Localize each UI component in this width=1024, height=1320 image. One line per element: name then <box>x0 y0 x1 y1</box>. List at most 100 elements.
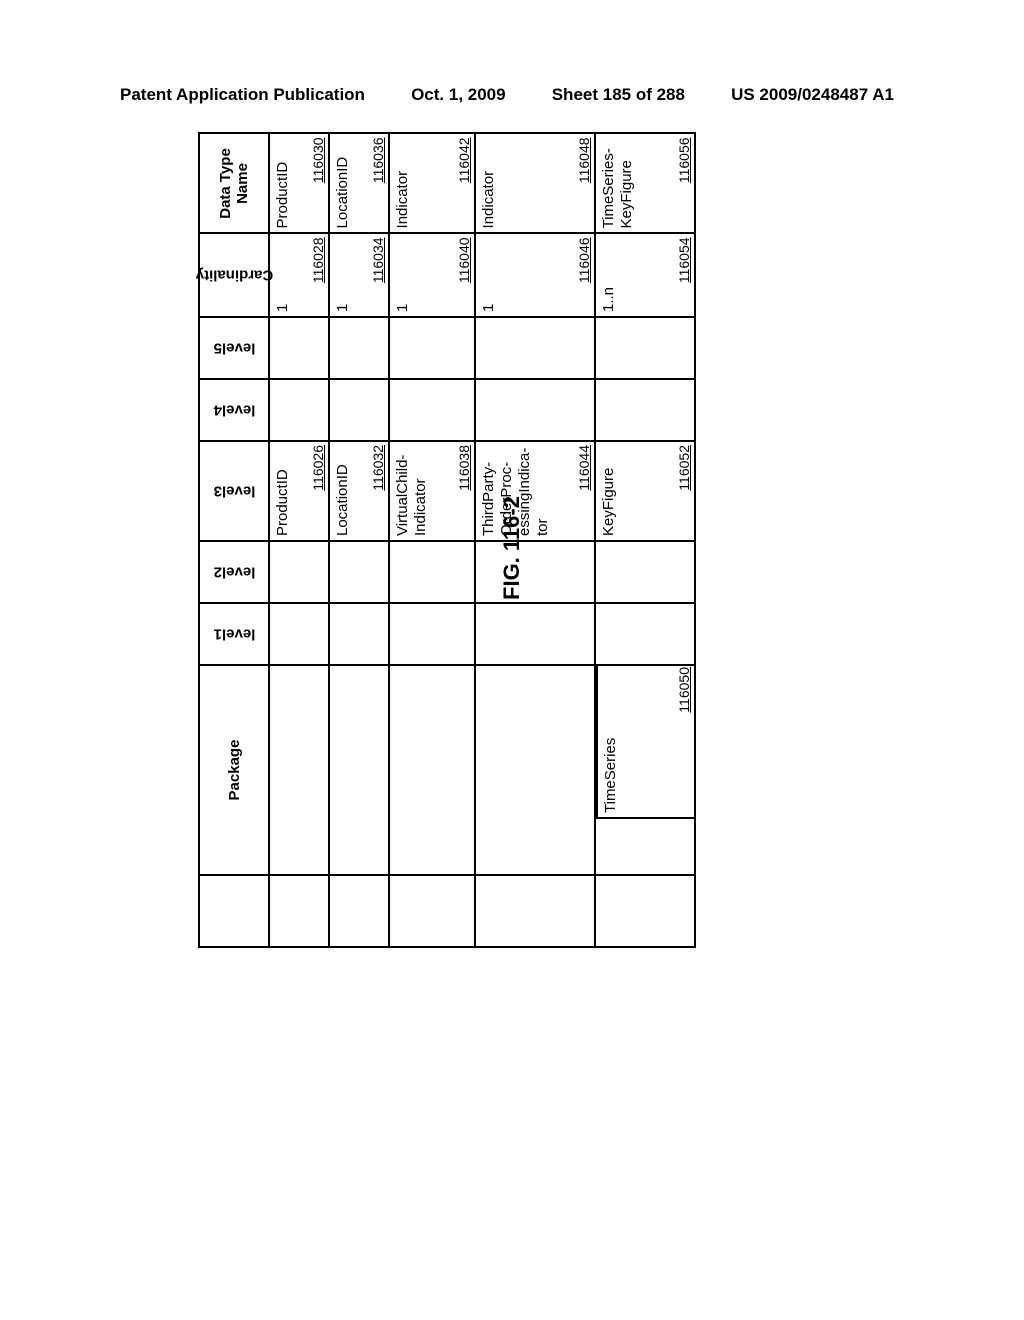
col-level5: level5 <box>199 317 269 379</box>
cell-level3: KeyFigure116052 <box>595 441 695 541</box>
cell-level3: ProductID 116026 <box>269 441 329 541</box>
cell-package <box>329 665 389 875</box>
col-level3: level3 <box>199 441 269 541</box>
datatype-ref: 116036 <box>370 137 386 183</box>
level3-ref: 116052 <box>676 445 692 491</box>
cell-level3: LocationID 116032 <box>329 441 389 541</box>
cardinality-ref: 116034 <box>370 237 386 283</box>
cardinality-text: 1 <box>334 238 352 312</box>
col-level2: level2 <box>199 541 269 603</box>
timeseries-box: TimeSeries116050 <box>596 664 694 819</box>
datatype-ref: 116030 <box>310 137 326 183</box>
level3-text: ThirdParty-OrderProc-essingIndica-tor <box>480 446 552 536</box>
cardinality-text: 1 <box>274 238 292 312</box>
datatype-text: LocationID <box>334 138 352 228</box>
col-package: Package <box>199 665 269 875</box>
cell-level1 <box>389 603 475 665</box>
cell-datatype: Indicator 116048 <box>475 133 595 233</box>
cell-blank <box>475 875 595 947</box>
cell-level5 <box>475 317 595 379</box>
cell-level4 <box>475 379 595 441</box>
cardinality-text: 1..n <box>600 238 618 312</box>
col-level4: level4 <box>199 379 269 441</box>
cardinality-ref: 116046 <box>576 237 592 283</box>
col-level3-label: level3 <box>213 483 255 500</box>
cardinality-ref: 116040 <box>456 237 472 283</box>
cell-cardinality: 1 116046 <box>475 233 595 317</box>
cell-blank <box>329 875 389 947</box>
cell-level4 <box>269 379 329 441</box>
cardinality-text: 1 <box>480 238 498 312</box>
table-row: LocationID 116032 1 116034 LocationID 116036 <box>329 133 389 947</box>
level3-text: LocationID <box>334 446 352 536</box>
cell-level5 <box>595 317 695 379</box>
col-level2-label: level2 <box>213 564 255 581</box>
cell-level1 <box>475 603 595 665</box>
col-level5-label: level5 <box>213 340 255 357</box>
cell-package <box>269 665 329 875</box>
datatype-text: ProductID <box>274 138 292 228</box>
cell-level1 <box>269 603 329 665</box>
datatype-ref: 116042 <box>456 137 472 183</box>
header-row: Package level1 level2 level3 level4 leve… <box>199 133 269 947</box>
cell-level1 <box>595 603 695 665</box>
cell-level5 <box>269 317 329 379</box>
table-row: ThirdParty-OrderProc-essingIndica-tor 116… <box>475 133 595 947</box>
cell-level2 <box>269 541 329 603</box>
cell-level4 <box>329 379 389 441</box>
cell-level2 <box>595 541 695 603</box>
cell-level4 <box>595 379 695 441</box>
table-row: ProductID 116026 1 116028 ProductID 116030 <box>269 133 329 947</box>
datatype-text: TimeSeries-KeyFigure <box>600 138 636 228</box>
cell-level2 <box>329 541 389 603</box>
table-row: TimeSeries116050 KeyFigure116052 1..n 11605… <box>595 133 695 947</box>
level3-ref: 116026 <box>310 445 326 491</box>
col-cardinality-label: Cardinality <box>195 267 273 284</box>
cell-blank <box>595 875 695 947</box>
col-package-label: Package <box>226 740 243 801</box>
cell-cardinality: 1 116040 <box>389 233 475 317</box>
cell-blank <box>269 875 329 947</box>
col-level1: level1 <box>199 603 269 665</box>
datatype-text: Indicator <box>394 138 412 228</box>
cell-level4 <box>389 379 475 441</box>
col-datatype-label: Data Type Name <box>217 148 251 219</box>
level3-text: ProductID <box>274 446 292 536</box>
datatype-text: Indicator <box>480 138 498 228</box>
datatype-ref: 116048 <box>576 137 592 183</box>
cell-datatype: LocationID 116036 <box>329 133 389 233</box>
cardinality-text: 1 <box>394 238 412 312</box>
col-blank <box>199 875 269 947</box>
cell-datatype: TimeSeries-KeyFigure 116056 <box>595 133 695 233</box>
col-level1-label: level1 <box>213 626 255 643</box>
cell-cardinality: 1 116028 <box>269 233 329 317</box>
cell-package <box>389 665 475 875</box>
cell-package <box>475 665 595 875</box>
pub-number: US 2009/0248487 A1 <box>731 85 894 105</box>
cell-level5 <box>389 317 475 379</box>
sheet-number: Sheet 185 of 288 <box>552 85 685 105</box>
schema-table: Package level1 level2 level3 level4 leve… <box>198 132 696 948</box>
cardinality-ref: 116028 <box>310 237 326 283</box>
cell-level2 <box>475 541 595 603</box>
cell-datatype: Indicator 116042 <box>389 133 475 233</box>
pub-date: Oct. 1, 2009 <box>411 85 506 105</box>
cell-blank <box>389 875 475 947</box>
package-ref: 116050 <box>676 667 692 713</box>
cell-datatype: ProductID 116030 <box>269 133 329 233</box>
cardinality-ref: 116054 <box>676 237 692 283</box>
diagram-table-wrapper: Package level1 level2 level3 level4 leve… <box>198 132 696 948</box>
level3-ref: 116044 <box>576 445 592 491</box>
table-body: ProductID1160261116028ProductID116030Loc… <box>269 133 695 947</box>
cell-level2 <box>389 541 475 603</box>
level3-ref: 116032 <box>370 445 386 491</box>
datatype-ref: 116056 <box>676 137 692 183</box>
cell-level3: ThirdParty-OrderProc-essingIndica-tor 116… <box>475 441 595 541</box>
level3-ref: 116038 <box>456 445 472 491</box>
cell-package: TimeSeries116050 <box>595 665 695 875</box>
pub-label: Patent Application Publication <box>120 85 365 105</box>
col-level4-label: level4 <box>213 402 255 419</box>
level3-text: VirtualChild-Indicator <box>394 446 430 536</box>
cell-cardinality: 1 116034 <box>329 233 389 317</box>
page-header: Patent Application Publication Oct. 1, 2… <box>0 85 1024 105</box>
